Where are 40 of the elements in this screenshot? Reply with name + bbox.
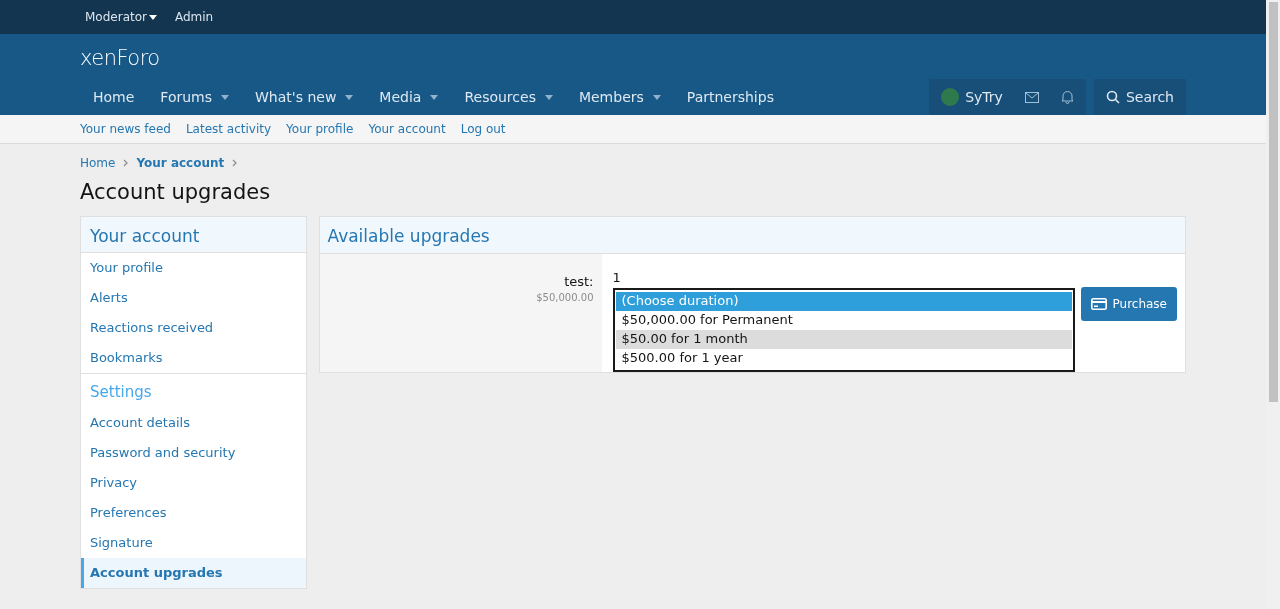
staff-link[interactable]: Moderator bbox=[85, 10, 157, 24]
duration-listbox[interactable]: (Choose duration) $50,000.00 for Permanent $50.00 for 1 month $500.00 for 1 year bbox=[612, 288, 1075, 372]
duration-option[interactable]: (Choose duration) bbox=[615, 292, 1072, 311]
sub-nav-link[interactable]: Log out bbox=[460, 122, 506, 136]
breadcrumb-link[interactable]: Home bbox=[80, 156, 116, 170]
purchase-button[interactable]: Purchase bbox=[1080, 287, 1177, 321]
sub-nav-link[interactable]: Your profile bbox=[286, 122, 354, 136]
sidebar-item[interactable]: Signature bbox=[81, 528, 306, 558]
sidebar-item[interactable]: Reactions received bbox=[81, 313, 306, 343]
sidebar-item[interactable]: Password and security bbox=[81, 438, 306, 468]
quantity-value: 1 bbox=[612, 270, 622, 287]
nav-tab[interactable]: Home bbox=[80, 89, 148, 105]
user-link[interactable]: SyTry bbox=[941, 88, 1003, 106]
sub-nav-link[interactable]: Your news feed bbox=[80, 122, 171, 136]
nav-tab[interactable]: Media bbox=[366, 89, 452, 105]
sidebar-item[interactable]: Bookmarks bbox=[81, 343, 306, 373]
duration-option[interactable]: $50.00 for 1 month bbox=[615, 330, 1072, 349]
nav-tab[interactable]: Resources bbox=[451, 89, 566, 105]
sidebar-item[interactable]: Alerts bbox=[81, 283, 306, 313]
sidebar-item[interactable]: Account upgrades bbox=[81, 558, 306, 588]
upgrade-label: test: bbox=[564, 274, 594, 289]
nav-tab[interactable]: Members bbox=[565, 89, 674, 105]
panel-title: Available upgrades bbox=[319, 217, 1185, 254]
sub-nav-link[interactable]: Your account bbox=[368, 122, 446, 136]
breadcrumb-link[interactable]: Your account bbox=[136, 156, 225, 170]
nav-tab[interactable]: Forums bbox=[147, 89, 243, 105]
staff-link[interactable]: Admin bbox=[174, 10, 214, 24]
sidebar-item[interactable]: Privacy bbox=[81, 468, 306, 498]
page-title: Account upgrades bbox=[80, 180, 272, 204]
sidebar-item[interactable]: Your profile bbox=[81, 253, 306, 283]
logo[interactable]: xenForo bbox=[80, 46, 1186, 70]
sidebar-item[interactable]: Account details bbox=[81, 408, 306, 438]
nav-tab[interactable]: What's new bbox=[242, 89, 367, 105]
sub-nav-link[interactable]: Latest activity bbox=[185, 122, 272, 136]
sidebar-heading: Settings bbox=[81, 373, 306, 408]
sidebar-heading: Your account bbox=[81, 217, 306, 253]
upgrade-price: $50,000.00 bbox=[536, 292, 594, 303]
nav-tab[interactable]: Partnerships bbox=[673, 89, 787, 105]
sidebar-item[interactable]: Preferences bbox=[81, 498, 306, 528]
search-button[interactable]: Search bbox=[1093, 79, 1186, 115]
